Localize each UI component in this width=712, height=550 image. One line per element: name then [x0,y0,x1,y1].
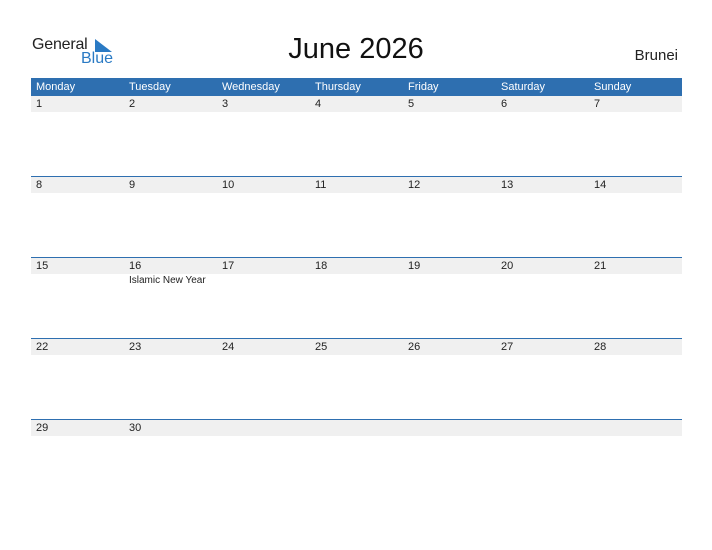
day-number: 6 [501,98,508,110]
day-number: 14 [594,179,607,191]
day-number: 5 [408,98,415,110]
holiday-label: Islamic New Year [129,275,206,286]
holiday-label [31,274,124,287]
country-label: Brunei [634,47,678,64]
day-number: 2 [129,98,136,110]
day-number [217,420,310,436]
day-number [310,420,403,436]
day-number: 4 [315,98,322,110]
day-number [589,420,682,436]
day-number [403,420,496,436]
day-number: 26 [408,341,421,353]
day-number: 20 [501,260,514,272]
calendar-title: June 2026 [288,33,424,65]
week-row: 15 16 17 18 19 20 21 Islamic New Year [31,257,682,338]
calendar-grid: Monday Tuesday Wednesday Thursday Friday… [31,78,682,500]
day-number: 19 [408,260,421,272]
day-number: 16 [129,260,142,272]
holiday-label [403,274,496,287]
day-number: 29 [36,422,49,434]
day-number: 13 [501,179,514,191]
day-number: 15 [36,260,49,272]
weekday-friday: Friday [408,81,439,93]
day-number: 9 [129,179,136,191]
week-row: 29 30 [31,419,682,500]
week-row: 8 9 10 11 12 13 14 [31,176,682,257]
day-number: 24 [222,341,235,353]
day-number-row: 8 9 10 11 12 13 14 [31,177,682,193]
weekday-tuesday: Tuesday [129,81,171,93]
day-number-row: 22 23 24 25 26 27 28 [31,339,682,355]
day-number: 21 [594,260,607,272]
weekday-saturday: Saturday [501,81,546,93]
day-number: 7 [594,98,601,110]
day-number-row: 15 16 17 18 19 20 21 [31,258,682,274]
day-number-row: 29 30 [31,420,682,436]
holiday-label [496,274,589,287]
day-number-row: 1 2 3 4 5 6 7 [31,96,682,112]
weekday-thursday: Thursday [315,81,361,93]
day-number: 8 [36,179,43,191]
event-row: Islamic New Year [31,274,682,287]
day-number: 1 [36,98,43,110]
weekday-header: Monday Tuesday Wednesday Thursday Friday… [31,78,682,96]
weekday-wednesday: Wednesday [222,81,280,93]
day-number: 12 [408,179,421,191]
day-number: 25 [315,341,328,353]
holiday-label [589,274,682,287]
day-number: 30 [129,422,142,434]
day-number: 11 [315,179,327,191]
holiday-label [217,274,310,287]
week-row: 22 23 24 25 26 27 28 [31,338,682,419]
holiday-label [310,274,403,287]
day-number: 3 [222,98,229,110]
day-number: 28 [594,341,607,353]
weekday-sunday: Sunday [594,81,632,93]
day-number [496,420,589,436]
day-number: 17 [222,260,235,272]
day-number: 18 [315,260,328,272]
weekday-monday: Monday [36,81,76,93]
day-number: 27 [501,341,514,353]
day-number: 22 [36,341,49,353]
day-number: 23 [129,341,142,353]
day-number: 10 [222,179,235,191]
week-row: 1 2 3 4 5 6 7 [31,96,682,176]
